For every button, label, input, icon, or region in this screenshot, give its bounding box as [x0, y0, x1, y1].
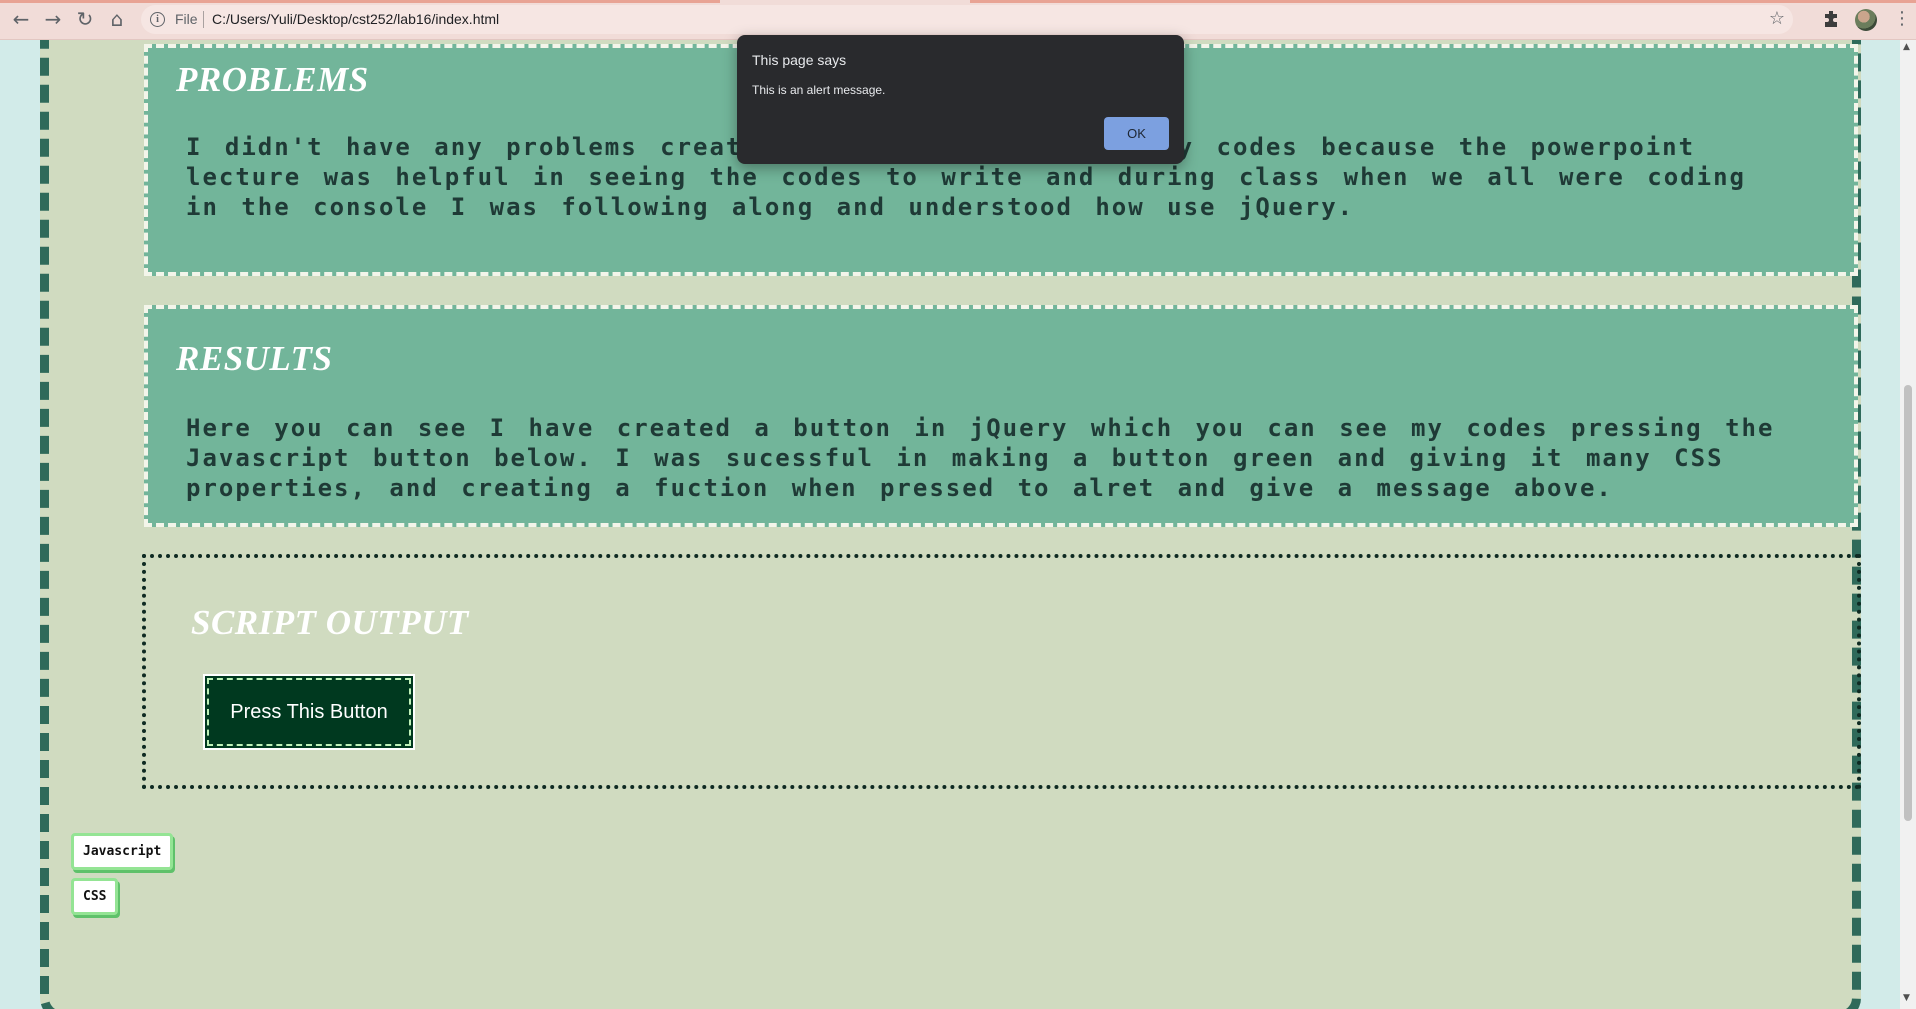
page-viewport: PROBLEMS I didn't have any problems crea… — [0, 40, 1900, 1009]
url-text[interactable]: C:/Users/Yuli/Desktop/cst252/lab16/index… — [212, 11, 499, 27]
menu-icon[interactable]: ⋮ — [1893, 8, 1911, 30]
tab-strip-accent — [0, 0, 720, 3]
page-container: PROBLEMS I didn't have any problems crea… — [40, 40, 1861, 1009]
alert-dialog: This page says This is an alert message.… — [737, 35, 1184, 164]
address-bar[interactable]: i File C:/Users/Yuli/Desktop/cst252/lab1… — [141, 5, 1793, 34]
script-output-section: SCRIPT OUTPUT Press This Button — [142, 554, 1861, 789]
extensions-icon[interactable] — [1822, 9, 1842, 29]
scroll-down-icon[interactable]: ▼ — [1903, 993, 1910, 1003]
scroll-up-icon[interactable]: ▲ — [1903, 42, 1910, 52]
tab-strip-accent-right — [970, 0, 1916, 3]
vertical-scrollbar[interactable]: ▲ ▼ — [1900, 40, 1916, 1009]
problems-heading: PROBLEMS — [176, 60, 369, 99]
alert-ok-button[interactable]: OK — [1104, 117, 1169, 150]
url-scheme-label: File — [175, 11, 198, 27]
info-icon[interactable]: i — [150, 12, 165, 27]
reload-icon[interactable]: ↻ — [73, 7, 97, 31]
results-text: Here you can see I have created a button… — [186, 414, 1775, 502]
script-output-heading: SCRIPT OUTPUT — [191, 603, 469, 642]
alert-message: This is an alert message. — [752, 83, 886, 97]
results-heading: RESULTS — [176, 339, 333, 378]
javascript-link-button[interactable]: Javascript — [71, 833, 174, 870]
press-this-button[interactable]: Press This Button — [205, 676, 413, 748]
profile-avatar[interactable] — [1855, 9, 1877, 31]
browser-toolbar: ← → ↻ ⌂ i File C:/Users/Yuli/Desktop/cst… — [0, 0, 1916, 40]
scrollbar-thumb[interactable] — [1904, 385, 1912, 821]
address-divider — [203, 11, 204, 28]
arrow-forward-icon[interactable]: → — [41, 7, 65, 31]
star-icon[interactable]: ☆ — [1769, 8, 1785, 29]
css-link-button[interactable]: CSS — [71, 878, 119, 915]
alert-title: This page says — [752, 52, 847, 68]
arrow-back-icon[interactable]: ← — [9, 7, 33, 31]
results-section: RESULTS Here you can see I have created … — [144, 305, 1858, 527]
home-icon[interactable]: ⌂ — [105, 7, 129, 31]
